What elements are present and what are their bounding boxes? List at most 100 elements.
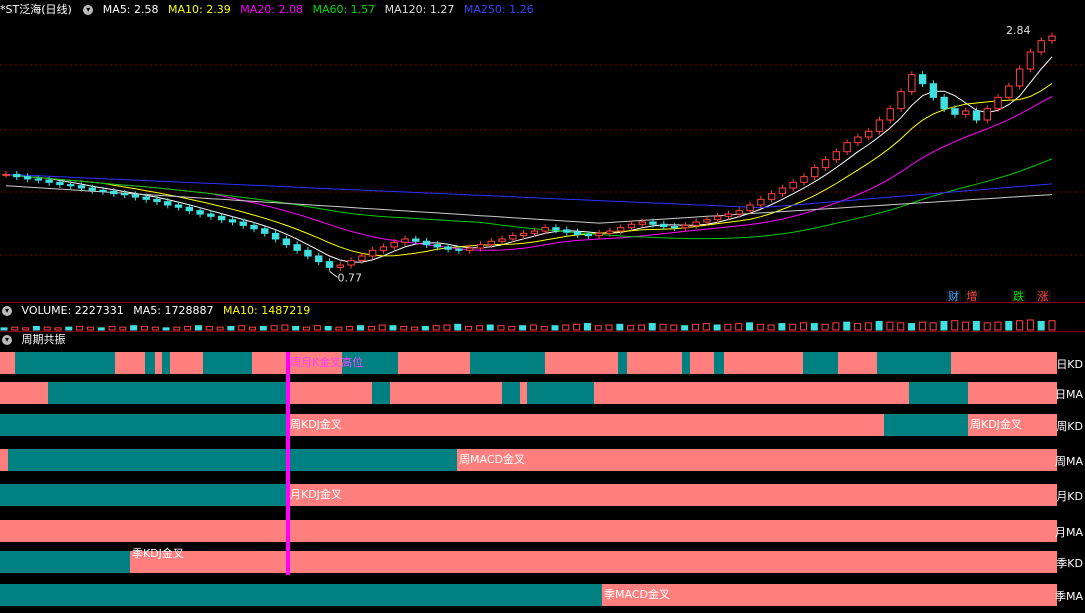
volume-bar: [173, 326, 181, 331]
price-chart[interactable]: 2.84 0.77: [0, 0, 1085, 302]
volume-bar: [864, 322, 872, 331]
low-pointer: [329, 270, 338, 278]
resonance-segment: [714, 352, 724, 374]
collapse-icon[interactable]: ▾: [2, 335, 12, 345]
volume-bar: [1037, 320, 1045, 331]
volume-bar: [562, 324, 570, 331]
candle-body: [304, 249, 312, 257]
resonance-row: [0, 382, 1057, 404]
price-panel[interactable]: *ST泛海(日线) ▾ MA5: 2.58 MA10: 2.39 MA20: 2…: [0, 0, 1085, 303]
candle-body: [185, 206, 194, 212]
candle-body: [746, 204, 754, 212]
volume-bar: [908, 323, 916, 331]
candle-body: [476, 244, 485, 249]
resonance-panel[interactable]: ▾ 周期共振 周月K金叉高位 日KD 日MA 周KDJ金叉 周KDJ金叉 周KD 周MACD…: [0, 332, 1085, 613]
resonance-row: [0, 520, 1057, 542]
resonance-segment: [252, 352, 288, 374]
volume-bar: [194, 325, 202, 331]
resonance-row: 月KDJ金叉: [0, 484, 1057, 506]
candle-body: [724, 213, 733, 217]
resonance-segment: [155, 352, 162, 374]
candle-body: [681, 224, 690, 229]
resonance-segment: [170, 352, 203, 374]
volume-bar: [140, 325, 148, 331]
candle-body: [325, 261, 334, 268]
candle-body: [164, 201, 172, 206]
candle-body: [433, 244, 442, 248]
candle-body: [34, 178, 43, 181]
row-label: 季MA: [1054, 590, 1083, 603]
resonance-segment: [968, 382, 1057, 404]
volume-bar: [54, 327, 62, 331]
candle-body: [811, 167, 819, 178]
resonance-segment: [0, 414, 288, 436]
volume-bar: [659, 323, 667, 331]
volume-bar: [22, 327, 30, 331]
resonance-segment: [288, 484, 1057, 506]
volume-bar: [400, 325, 408, 331]
candle-body: [1005, 85, 1013, 98]
candle-body: [88, 187, 96, 191]
candle-body: [951, 108, 959, 115]
resonance-annotation: 周月K金叉高位: [290, 356, 364, 369]
resonance-segment: [909, 382, 968, 404]
volume-bar: [335, 326, 343, 331]
resonance-segment: [618, 352, 627, 374]
candle-body: [261, 228, 269, 234]
row-label: 日MA: [1054, 388, 1083, 401]
volume-bar: [583, 323, 591, 331]
resonance-annotation: 周KDJ金叉: [970, 418, 1022, 431]
volume-bar: [897, 322, 905, 331]
volume-bar: [11, 326, 19, 331]
volume-bar: [648, 323, 656, 331]
candle-body: [1015, 68, 1024, 87]
volume-bar: [875, 320, 883, 331]
candle-body: [757, 198, 765, 206]
volume-bar: [1048, 320, 1056, 331]
volume-bar: [745, 322, 753, 331]
volume-bar: [324, 325, 332, 331]
candle-body: [638, 221, 646, 225]
volume-bar: [248, 326, 256, 331]
signal-marker-line: [286, 352, 290, 575]
volume-bar: [378, 324, 386, 331]
volume-bar: [972, 320, 980, 331]
candle-body: [379, 246, 388, 251]
volume-panel[interactable]: ▾ VOLUME: 2227331 MA5: 1728887 MA10: 148…: [0, 303, 1085, 331]
candle-body: [487, 240, 495, 246]
candle-body: [940, 96, 948, 110]
volume-bar: [637, 324, 645, 331]
resonance-segment: [0, 520, 1057, 542]
candle-body: [174, 204, 183, 208]
volume-bar: [1016, 320, 1024, 331]
volume-bar: [735, 323, 743, 331]
volume-bar: [573, 323, 581, 331]
volume-bar: [76, 325, 84, 331]
candle-body: [422, 240, 431, 246]
volume-bar: [854, 323, 862, 331]
resonance-segment: [457, 449, 1057, 471]
row-label: 周KD: [1056, 420, 1083, 433]
row-label: 季KD: [1056, 557, 1083, 570]
volume-bar: [205, 325, 213, 331]
volume-bar: [713, 324, 721, 331]
volume-bar: [724, 323, 732, 331]
candle-body: [908, 74, 916, 93]
volume-bar: [551, 325, 559, 331]
resonance-segment: [502, 382, 520, 404]
volume-bar: [918, 321, 926, 331]
resonance-segment: [724, 352, 803, 374]
volume-bar: [702, 323, 710, 331]
resonance-segment: [682, 352, 690, 374]
volume-bar: [983, 322, 991, 331]
candle-body: [509, 235, 517, 240]
candle-body: [843, 142, 851, 153]
candle-body: [519, 232, 528, 237]
volume-bar: [1026, 319, 1034, 331]
volume-bar: [594, 325, 602, 331]
resonance-row: 周KDJ金叉 周KDJ金叉: [0, 414, 1057, 436]
volume-bar: [151, 326, 159, 331]
volume-chart[interactable]: [0, 303, 1085, 331]
volume-bar: [281, 324, 289, 331]
volume-bar: [421, 325, 429, 331]
